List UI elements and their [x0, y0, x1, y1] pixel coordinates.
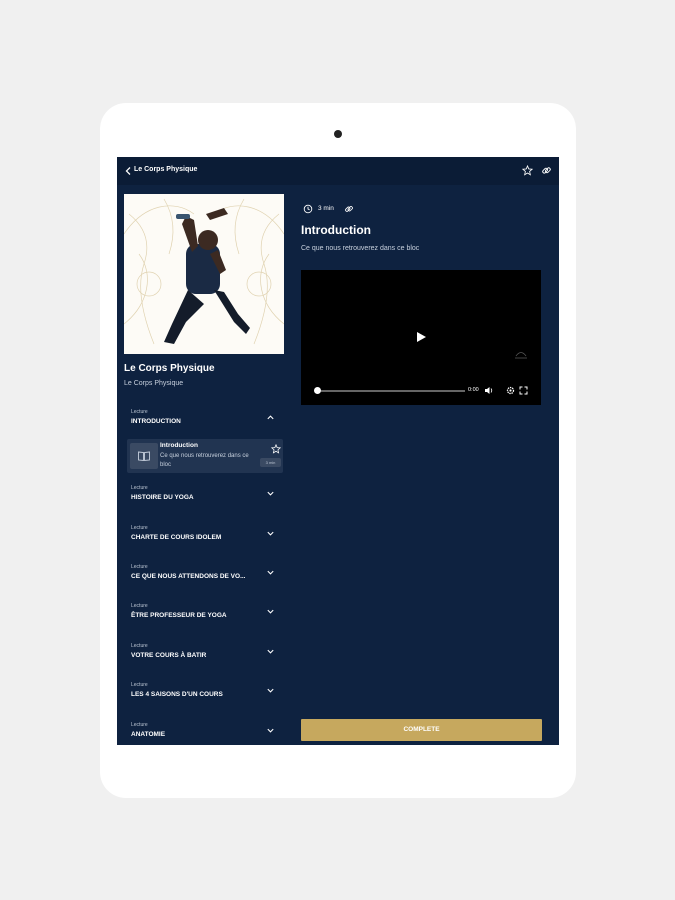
- book-thumbnail: [130, 443, 158, 469]
- chevron-down-icon[interactable]: [266, 529, 275, 538]
- star-icon[interactable]: [271, 444, 281, 454]
- play-icon[interactable]: [415, 331, 427, 343]
- camera-dot: [334, 130, 342, 138]
- lecture-type: Lecture: [131, 603, 148, 609]
- chevron-down-icon[interactable]: [266, 489, 275, 498]
- lesson-title: Introduction: [301, 223, 371, 237]
- app-screen: Le Corps Physique Le Corps Physique Le C…: [117, 157, 559, 745]
- lecture-name: CE QUE NOUS ATTENDONS DE VO...: [131, 573, 246, 580]
- chevron-down-icon[interactable]: [266, 726, 275, 735]
- course-cover-image: [124, 194, 284, 354]
- header-title[interactable]: Le Corps Physique: [134, 166, 197, 173]
- lecture-name: HISTOIRE DU YOGA: [131, 494, 194, 501]
- video-progress-handle[interactable]: [314, 387, 321, 394]
- clock-icon: [303, 204, 313, 214]
- lesson-duration: 3 min: [318, 205, 334, 212]
- course-title: Le Corps Physique: [124, 363, 215, 374]
- lecture-item[interactable]: Lecture LES 4 SAISONS D'UN COURS: [131, 682, 281, 706]
- lecture-type: Lecture: [131, 564, 148, 570]
- chevron-down-icon[interactable]: [266, 647, 275, 656]
- star-icon[interactable]: [522, 165, 533, 176]
- course-subtitle: Le Corps Physique: [124, 380, 184, 387]
- lecture-type: Lecture: [131, 409, 148, 415]
- lecture-name: LES 4 SAISONS D'UN COURS: [131, 691, 223, 698]
- video-time: 0:00: [468, 387, 479, 393]
- lecture-item[interactable]: Lecture HISTOIRE DU YOGA: [131, 485, 281, 509]
- sub-lecture-introduction[interactable]: Introduction Ce que nous retrouverez dan…: [127, 439, 283, 473]
- lecture-name: ÊTRE PROFESSEUR DE YOGA: [131, 612, 227, 619]
- settings-icon[interactable]: [506, 386, 515, 395]
- top-bar: Le Corps Physique: [117, 157, 559, 185]
- dancer-illustration: [124, 198, 284, 345]
- lecture-item[interactable]: Lecture CE QUE NOUS ATTENDONS DE VO...: [131, 564, 281, 588]
- chevron-up-icon[interactable]: [266, 413, 275, 422]
- complete-button[interactable]: COMPLETE: [301, 719, 542, 741]
- lecture-name: VOTRE COURS À BATIR: [131, 652, 207, 659]
- lecture-type: Lecture: [131, 525, 148, 531]
- link-icon[interactable]: [541, 165, 552, 176]
- chevron-down-icon[interactable]: [266, 568, 275, 577]
- back-arrow-icon[interactable]: [124, 166, 134, 176]
- lecture-item[interactable]: Lecture ANATOMIE: [131, 722, 281, 745]
- link-icon[interactable]: [344, 204, 354, 214]
- sub-lecture-title: Introduction: [160, 442, 198, 449]
- lecture-item[interactable]: Lecture INTRODUCTION: [131, 409, 281, 433]
- lecture-name: ANATOMIE: [131, 731, 166, 738]
- video-player[interactable]: 0:00: [301, 270, 541, 405]
- lecture-item[interactable]: Lecture CHARTE DE COURS IDOLEM: [131, 525, 281, 549]
- volume-icon[interactable]: [484, 386, 494, 395]
- video-progress-track[interactable]: [321, 390, 465, 392]
- lecture-name: CHARTE DE COURS IDOLEM: [131, 534, 222, 541]
- lecture-type: Lecture: [131, 643, 148, 649]
- logo-watermark-icon: [515, 352, 527, 359]
- duration-badge: 3 min: [260, 458, 281, 467]
- chevron-down-icon[interactable]: [266, 686, 275, 695]
- sub-lecture-description: Ce que nous retrouverez dans ce bloc: [160, 453, 249, 468]
- book-icon: [138, 451, 150, 461]
- lecture-name: INTRODUCTION: [131, 418, 181, 425]
- lecture-item[interactable]: Lecture ÊTRE PROFESSEUR DE YOGA: [131, 603, 281, 627]
- lecture-type: Lecture: [131, 682, 148, 688]
- lesson-description: Ce que nous retrouverez dans ce bloc: [301, 245, 420, 252]
- fullscreen-icon[interactable]: [519, 386, 528, 395]
- chevron-down-icon[interactable]: [266, 607, 275, 616]
- lecture-type: Lecture: [131, 722, 148, 728]
- lecture-item[interactable]: Lecture VOTRE COURS À BATIR: [131, 643, 281, 667]
- lecture-type: Lecture: [131, 485, 148, 491]
